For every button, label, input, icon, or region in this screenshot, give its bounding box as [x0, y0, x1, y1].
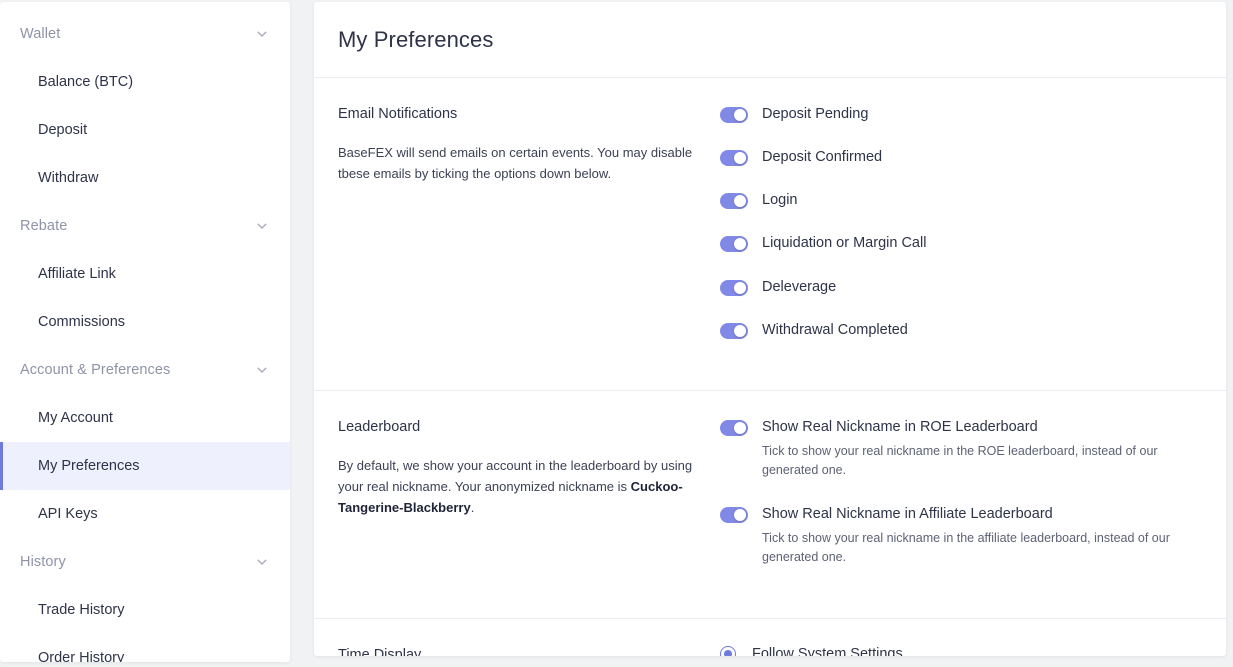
toggle-label: Deleverage	[762, 278, 837, 295]
sidebar-item-label: API Keys	[38, 506, 98, 522]
sidebar-item-trade-history[interactable]: Trade History	[0, 586, 290, 634]
radio-label: Follow System Settings	[752, 645, 903, 657]
toggle-label: Deposit Pending	[762, 106, 869, 122]
section-leaderboard: Leaderboard By default, we show your acc…	[314, 389, 1226, 618]
toggle-switch[interactable]	[720, 279, 748, 296]
main-content-area: My Preferences Email Notifications BaseF…	[290, 0, 1233, 667]
toggle-row[interactable]: Show Real Nickname in ROE Leaderboard Tic…	[720, 418, 1202, 481]
sidebar-group-account-preferences[interactable]: Account & Preferences	[0, 346, 290, 394]
toggle-description: Tick to show your real nickname in the R…	[762, 443, 1158, 478]
sidebar-item-deposit[interactable]: Deposit	[0, 106, 290, 154]
chevron-down-icon[interactable]	[256, 364, 268, 376]
toggle-row[interactable]: Show Real Nickname in Affiliate Leaderbo…	[720, 505, 1202, 568]
sidebar-item-label: Commissions	[38, 314, 126, 330]
toggle-switch[interactable]	[720, 150, 748, 167]
sidebar-item-my-account[interactable]: My Account	[0, 394, 290, 442]
toggle-texts: Liquidation or Margin Call	[762, 234, 926, 253]
toggle-knob	[734, 195, 746, 208]
sidebar-item-withdraw[interactable]: Withdraw	[0, 154, 290, 202]
sidebar-group-label: Rebate	[20, 218, 68, 234]
toggle-label: Withdrawal Completed	[762, 321, 908, 338]
sidebar-group-wallet[interactable]: Wallet	[0, 10, 290, 58]
toggle-switch[interactable]	[720, 419, 748, 436]
leaderboard-toggle-list: Show Real Nickname in ROE Leaderboard Tic…	[720, 417, 1202, 592]
toggle-label: Liquidation or Margin Call	[762, 235, 927, 252]
toggle-description: Tick to show your real nickname in the a…	[762, 530, 1170, 565]
radio-button[interactable]	[720, 645, 736, 656]
toggle-switch[interactable]	[720, 107, 748, 123]
card-header: My Preferences	[314, 2, 1226, 78]
sidebar-item-label: Affiliate Link	[38, 266, 116, 282]
toggle-row[interactable]: Deposit Pending	[720, 105, 1202, 124]
toggle-switch[interactable]	[720, 236, 748, 253]
sidebar-item-label: My Preferences	[38, 458, 140, 474]
section-email-description: BaseFEX will send emails on certain even…	[338, 145, 693, 182]
time-display-option[interactable]: Follow System Settings	[720, 645, 1202, 657]
toggle-knob	[734, 324, 746, 337]
chevron-down-icon[interactable]	[256, 28, 268, 40]
toggle-knob	[734, 421, 746, 434]
sidebar-item-label: Balance (BTC)	[38, 74, 134, 90]
time-display-option-list: Follow System SettingsUse UTC+00 Time Zo…	[720, 645, 1202, 657]
leaderboard-desc-part2: .	[470, 499, 475, 515]
toggle-row[interactable]: Deleverage	[720, 278, 1202, 297]
toggle-row[interactable]: Login	[720, 191, 1202, 210]
toggle-switch[interactable]	[720, 193, 748, 210]
sidebar-item-label: Deposit	[38, 122, 88, 138]
toggle-texts: Withdrawal Completed	[762, 321, 908, 340]
toggle-knob	[734, 281, 746, 294]
sidebar-item-label: Order History	[38, 650, 125, 662]
sidebar-item-affiliate-link[interactable]: Affiliate Link	[0, 250, 290, 298]
toggle-knob	[734, 152, 746, 165]
toggle-row[interactable]: Withdrawal Completed	[720, 321, 1202, 340]
sidebar-item-commissions[interactable]: Commissions	[0, 298, 290, 346]
toggle-knob	[734, 109, 746, 121]
section-leaderboard-description: By default, we show your account in the …	[338, 455, 720, 518]
toggle-label: Show Real Nickname in Affiliate Leaderbo…	[762, 505, 1053, 522]
sidebar-item-label: Trade History	[38, 602, 125, 618]
section-leaderboard-label: Leaderboard	[338, 418, 421, 435]
section-time-display: Time Display Follow System SettingsUse U…	[314, 617, 1226, 657]
toggle-label: Show Real Nickname in ROE Leaderboard	[762, 418, 1038, 435]
toggle-switch[interactable]	[720, 322, 748, 339]
sidebar-item-balance-btc[interactable]: Balance (BTC)	[0, 58, 290, 106]
toggle-row[interactable]: Deposit Confirmed	[720, 148, 1202, 167]
chevron-down-icon[interactable]	[256, 220, 268, 232]
sidebar-group-label: Account & Preferences	[20, 362, 171, 378]
toggle-switch[interactable]	[720, 506, 748, 523]
sidebar-group-history[interactable]: History	[0, 538, 290, 586]
sidebar-item-label: My Account	[38, 410, 113, 426]
toggle-label: Login	[762, 192, 798, 209]
page-title: My Preferences	[338, 26, 494, 52]
sidebar-item-my-preferences[interactable]: My Preferences	[0, 442, 290, 490]
section-email-description-col: Email Notifications BaseFEX will send em…	[338, 104, 720, 364]
sidebar-group-rebate[interactable]: Rebate	[0, 202, 290, 250]
toggle-label: Deposit Confirmed	[762, 149, 883, 166]
sidebar-group-label: History	[20, 554, 66, 570]
toggle-texts: Show Real Nickname in ROE Leaderboard Tic…	[762, 418, 1202, 481]
sidebar-navigation: Wallet Balance (BTC) Deposit Withdraw Rebate…	[0, 2, 290, 662]
sidebar-item-order-history[interactable]: Order History	[0, 634, 290, 662]
sidebar-group-label: Wallet	[20, 26, 61, 42]
sidebar-item-label: Withdraw	[38, 170, 99, 186]
toggle-texts: Deleverage	[762, 278, 836, 297]
toggle-knob	[734, 238, 746, 251]
toggle-texts: Show Real Nickname in Affiliate Leaderbo…	[762, 505, 1202, 568]
preferences-page: Wallet Balance (BTC) Deposit Withdraw Rebate…	[0, 0, 1233, 667]
toggle-texts: Deposit Confirmed	[762, 148, 882, 167]
chevron-down-icon[interactable]	[256, 556, 268, 568]
section-email-notifications: Email Notifications BaseFEX will send em…	[314, 78, 1226, 390]
sidebar-item-api-keys[interactable]: API Keys	[0, 490, 290, 538]
toggle-knob	[734, 508, 746, 521]
toggle-texts: Deposit Pending	[762, 105, 868, 124]
section-email-label: Email Notifications	[338, 106, 458, 122]
toggle-texts: Login	[762, 191, 797, 210]
toggle-row[interactable]: Liquidation or Margin Call	[720, 234, 1202, 253]
preferences-card: My Preferences Email Notifications BaseF…	[314, 2, 1226, 656]
section-time-display-label: Time Display	[338, 646, 422, 657]
section-leaderboard-description-col: Leaderboard By default, we show your acc…	[338, 417, 720, 592]
section-time-display-description-col: Time Display	[338, 645, 720, 657]
email-toggle-list: Deposit Pending Deposit Confirmed Login Liq…	[720, 104, 1202, 364]
